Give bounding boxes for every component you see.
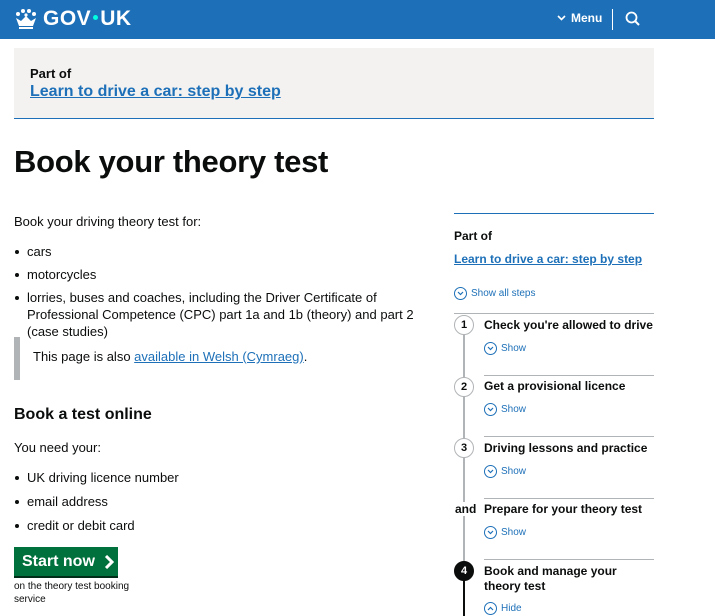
step-title[interactable]: Book and manage your theory test [484, 564, 656, 594]
sidebar-top-rule [454, 213, 654, 214]
step-show-button[interactable]: Show [484, 526, 526, 539]
vehicle-list: cars motorcycles lorries, buses and coac… [14, 243, 434, 346]
section-heading: Book a test online [14, 406, 152, 423]
start-now-label: Start now [22, 552, 95, 570]
step-divider [484, 375, 654, 376]
step-title[interactable]: Driving lessons and practice [484, 441, 656, 456]
logo-dot [93, 14, 99, 20]
list-item: email address [14, 493, 314, 510]
site-header: GOV UK Menu [0, 0, 715, 39]
step-toggle-label: Show [501, 343, 527, 354]
intro-text: Book your driving theory test for: [14, 214, 202, 229]
requirements-list: UK driving licence number email address … [14, 469, 314, 541]
step-divider [484, 498, 654, 499]
step-by-step-link[interactable]: Learn to drive a car: step by step [30, 83, 281, 101]
step-show-button[interactable]: Show [484, 342, 526, 355]
step-title[interactable]: Check you're allowed to drive [484, 318, 656, 333]
inset-prefix: This page is also [33, 349, 135, 364]
chevron-right-icon [104, 554, 114, 569]
inset-suffix: . [303, 349, 308, 364]
welsh-link[interactable]: available in Welsh (Cymraeg) [134, 349, 304, 364]
need-text: You need your: [14, 440, 101, 455]
step-show-button[interactable]: Show [484, 403, 526, 416]
step-divider [484, 559, 654, 560]
step-title[interactable]: Prepare for your theory test [484, 502, 656, 517]
step-number: 2 [454, 377, 474, 397]
crown-icon [16, 9, 36, 29]
part-of-label: Part of [30, 66, 72, 81]
page-title: Book your theory test [14, 144, 329, 179]
step-hide-button[interactable]: Hide [484, 602, 522, 615]
part-of-banner: Part of Learn to drive a car: step by st… [14, 48, 654, 119]
step-and-marker: and [455, 502, 477, 516]
menu-label: Menu [571, 11, 603, 25]
chevron-down-icon [484, 403, 497, 416]
chevron-down-icon [454, 287, 467, 300]
list-item: motorcycles [14, 266, 434, 283]
active-step-line [463, 580, 465, 616]
step-divider [454, 313, 654, 314]
chevron-up-icon [484, 602, 497, 615]
step-toggle-label: Show [501, 527, 527, 538]
chevron-down-icon [557, 15, 566, 21]
menu-button[interactable]: Menu [557, 11, 602, 25]
step-divider [484, 436, 654, 437]
step-number: 4 [454, 561, 474, 581]
step-toggle-label: Show [501, 466, 527, 477]
list-item: lorries, buses and coaches, including th… [14, 289, 434, 340]
list-item: cars [14, 243, 434, 260]
govuk-logo[interactable]: GOV UK [14, 7, 132, 31]
step-toggle-label: Show [501, 404, 527, 415]
search-icon[interactable] [624, 10, 642, 28]
step-show-button[interactable]: Show [484, 465, 526, 478]
show-all-label: Show all steps [471, 288, 536, 299]
sidebar-step-by-step-link[interactable]: Learn to drive a car: step by step [454, 252, 642, 266]
step-number: 3 [454, 438, 474, 458]
chevron-down-icon [484, 465, 497, 478]
step-number: 1 [454, 315, 474, 335]
logo-text-gov: GOV [43, 7, 92, 30]
sidebar-part-of-label: Part of [454, 229, 493, 243]
inset-text: This page is also available in Welsh (Cy… [33, 349, 307, 364]
step-title[interactable]: Get a provisional licence [484, 379, 656, 394]
welsh-inset: This page is also available in Welsh (Cy… [14, 337, 424, 380]
step-toggle-label: Hide [501, 603, 522, 614]
chevron-down-icon [484, 526, 497, 539]
header-divider [612, 9, 613, 30]
start-now-button[interactable]: Start now [14, 547, 118, 576]
logo-text-uk: UK [100, 7, 132, 30]
chevron-down-icon [484, 342, 497, 355]
start-note: on the theory test booking service [14, 581, 130, 605]
list-item: credit or debit card [14, 517, 314, 534]
list-item: UK driving licence number [14, 469, 314, 486]
show-all-steps-button[interactable]: Show all steps [454, 287, 535, 300]
